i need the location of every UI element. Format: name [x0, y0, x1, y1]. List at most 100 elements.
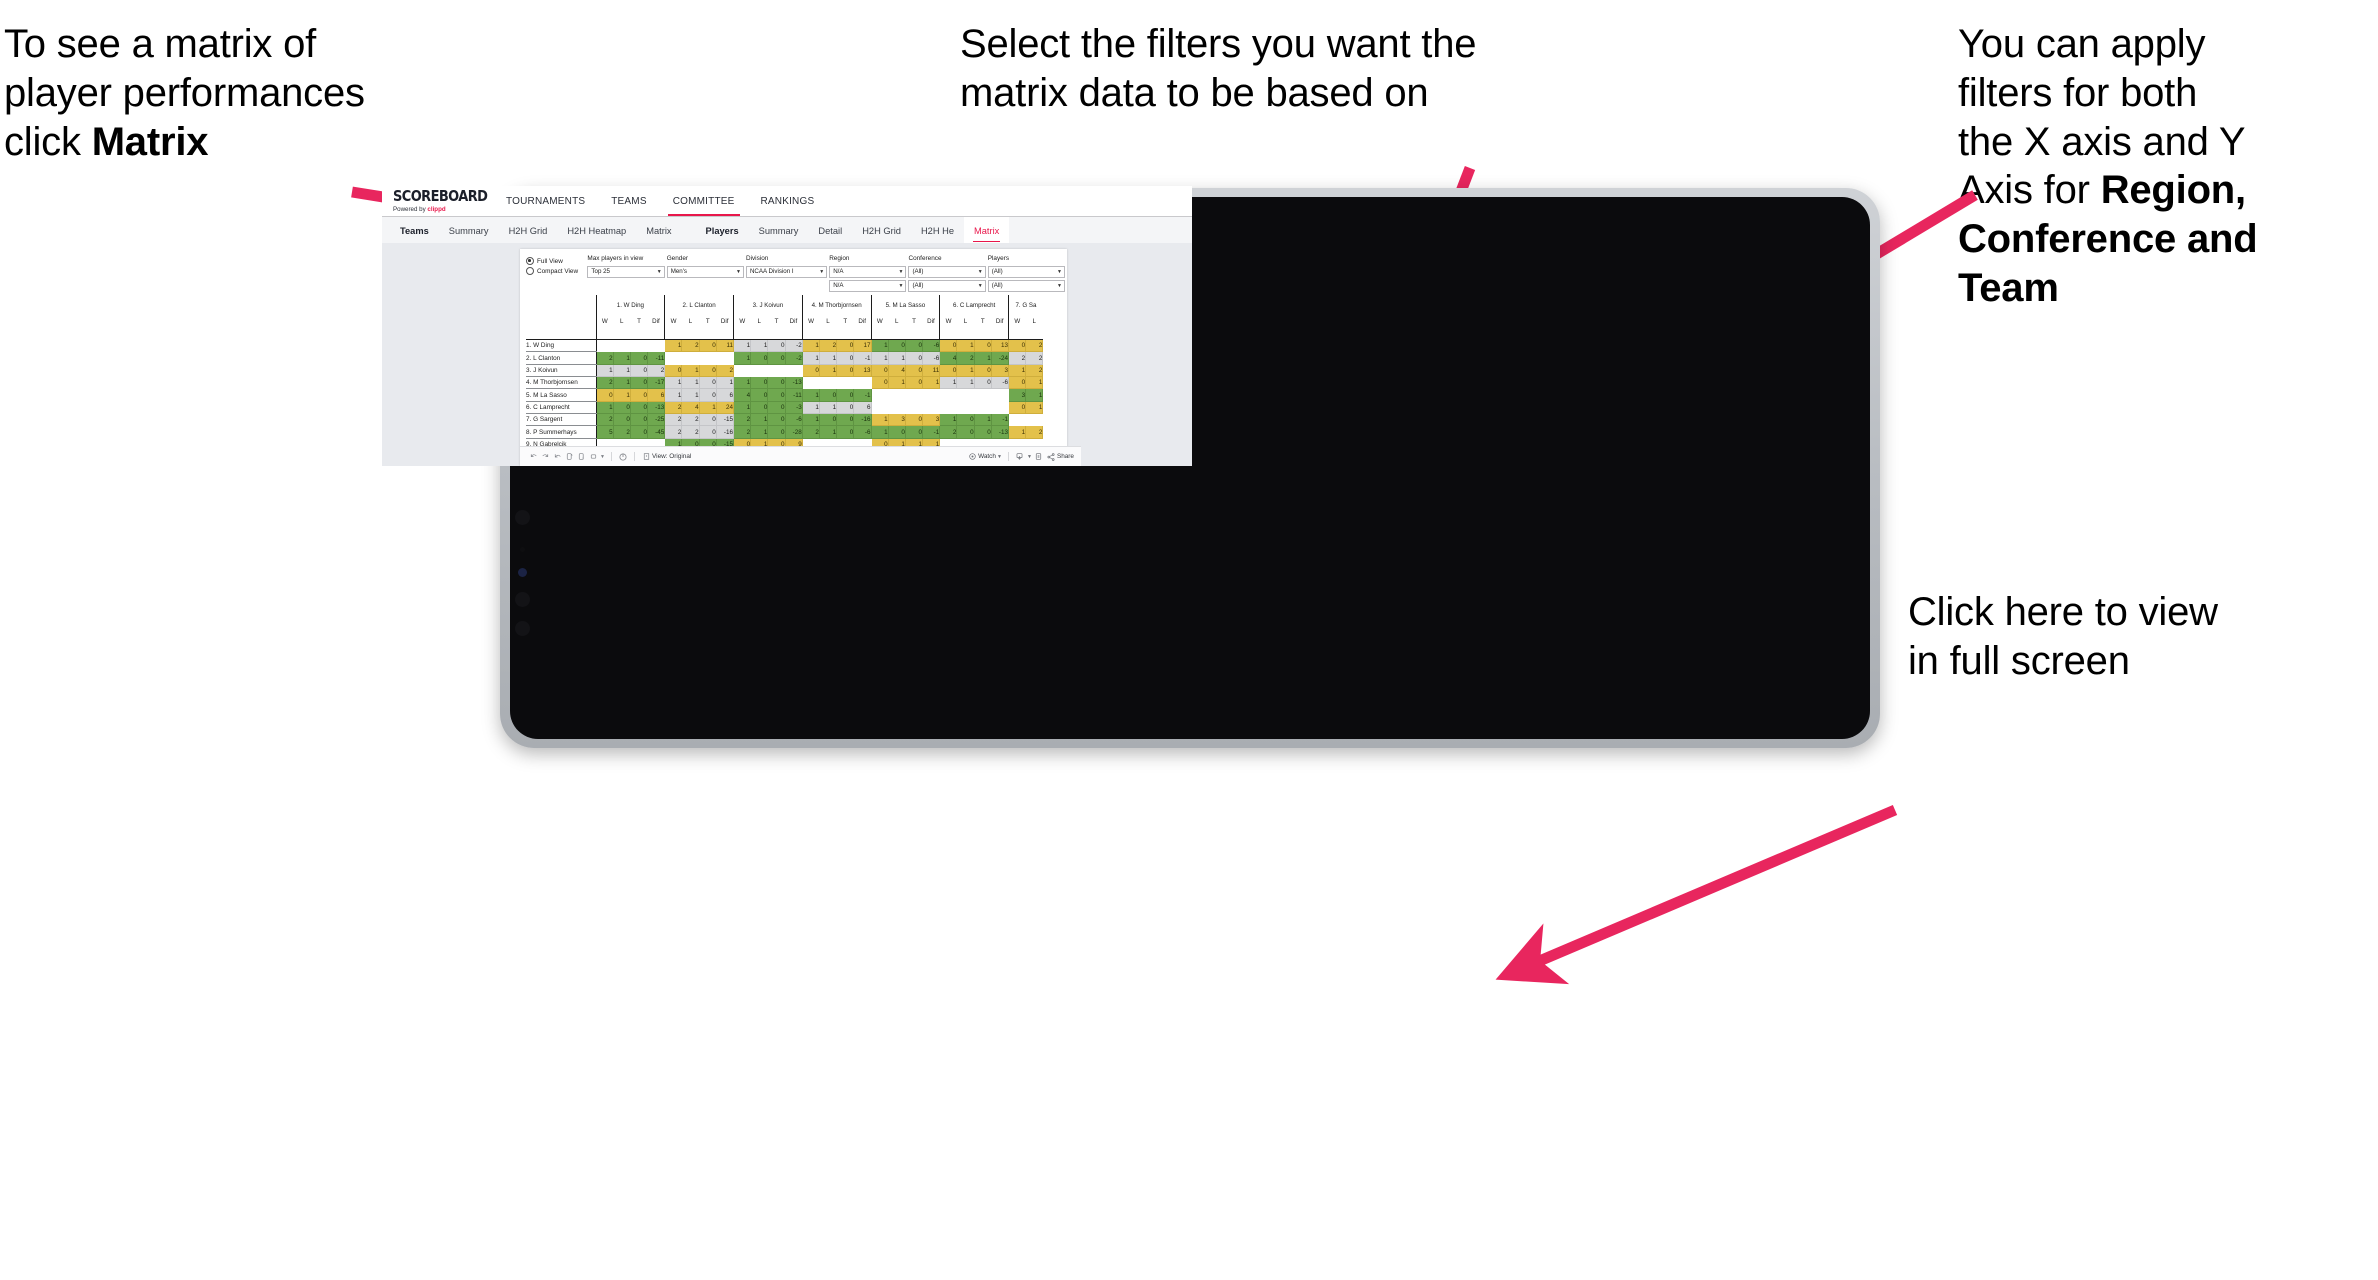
- select-value: N/A: [833, 268, 844, 275]
- tablet-microphone-icon: [520, 547, 525, 552]
- matrix-cell: [939, 401, 958, 415]
- redo-icon[interactable]: [539, 451, 551, 463]
- chevron-down-icon[interactable]: ▼: [996, 451, 1003, 463]
- annotation-line: matrix data to be based on: [960, 70, 1429, 115]
- annotation-line: in full screen: [1908, 638, 2130, 683]
- tab-players-h2h-heatmap[interactable]: H2H He: [911, 217, 964, 244]
- tab-players-detail[interactable]: Detail: [808, 217, 852, 244]
- tab-players-matrix[interactable]: Matrix: [964, 217, 1010, 244]
- matrix-stat-header: Dif: [789, 318, 798, 325]
- select-region-x[interactable]: N/A ▼: [829, 265, 907, 278]
- matrix-cell: 1: [613, 388, 631, 402]
- tablet-button-power[interactable]: [515, 510, 530, 525]
- matrix-cell: [1007, 413, 1027, 427]
- save-icon[interactable]: [563, 451, 575, 463]
- matrix-cell: [819, 376, 838, 390]
- matrix-cell: 1: [1025, 388, 1044, 402]
- matrix-cell: 1: [732, 376, 752, 390]
- select-region-y[interactable]: N/A ▼: [829, 279, 907, 292]
- matrix-cell: 2: [716, 364, 735, 378]
- chevron-down-icon: ▼: [1057, 282, 1062, 289]
- radio-compact-view[interactable]: Compact View: [526, 266, 587, 276]
- pan-icon[interactable]: [587, 451, 599, 463]
- matrix-gap-cell: [853, 327, 871, 340]
- select-conference-x[interactable]: (All) ▼: [908, 265, 986, 278]
- table-row[interactable]: 7. G Sargent 2 0 0 -25 2 2 0 -15 2 1 0 -6 1 0 0 -16 1 3 0 3 1…: [526, 413, 1044, 427]
- matrix-cell: 0: [905, 425, 924, 439]
- matrix-cell: 0: [767, 413, 786, 427]
- share-label[interactable]: Share: [1057, 453, 1074, 460]
- select-max-players[interactable]: Top 25 ▼: [587, 265, 665, 278]
- matrix-cell: 0: [870, 364, 889, 378]
- select-value: N/A: [833, 282, 844, 289]
- nav-item-committee[interactable]: COMMITTEE: [660, 186, 748, 216]
- vendor-name: clippd: [427, 205, 446, 213]
- tab-teams-matrix[interactable]: Matrix: [636, 217, 681, 244]
- watch-icon[interactable]: [966, 451, 978, 463]
- nav-item-rankings[interactable]: RANKINGS: [748, 186, 828, 216]
- matrix-stat-header: L: [620, 318, 624, 325]
- table-row[interactable]: 1. W Ding 1 2 0 11 1 1 0 -2 1 2 0 17 1 0 0 -6 0 1 0 13 0 2: [526, 339, 1044, 353]
- dashboard-sheet: Full View Compact View Max players in vi…: [520, 249, 1067, 466]
- matrix-cell: 11: [716, 339, 735, 353]
- nav-item-teams[interactable]: TEAMS: [598, 186, 659, 216]
- chevron-down-icon[interactable]: ▼: [1026, 451, 1033, 463]
- matrix-gap-cell: [647, 327, 665, 340]
- tab-players-h2h-grid[interactable]: H2H Grid: [852, 217, 911, 244]
- matrix-cell: 1: [716, 376, 735, 390]
- nav-item-tournaments[interactable]: TOURNAMENTS: [493, 186, 598, 216]
- matrix-cell: 1: [750, 413, 769, 427]
- matrix-cell: 0: [750, 351, 769, 365]
- matrix-table-container[interactable]: 1. W Ding 2. L Clanton 3. J Koivun 4. M Tho…: [526, 295, 1061, 452]
- matrix-cell: 1: [664, 376, 683, 390]
- tab-teams-h2h-heatmap[interactable]: H2H Heatmap: [557, 217, 636, 244]
- tablet-button-volume-down[interactable]: [515, 621, 530, 636]
- refresh-icon[interactable]: [617, 451, 629, 463]
- matrix-cell: 1: [956, 364, 975, 378]
- matrix-cell: 0: [905, 376, 924, 390]
- tab-teams-h2h-grid[interactable]: H2H Grid: [499, 217, 558, 244]
- radio-full-view[interactable]: Full View: [526, 256, 587, 266]
- share-icon[interactable]: [1045, 451, 1057, 463]
- table-row[interactable]: 2. L Clanton 2 1 0 -11 1 0 0 -2 1 1 0 -1 1 1 0 -6 4 2 1 -24 2…: [526, 351, 1044, 365]
- tablet-button-volume-up[interactable]: [515, 592, 530, 607]
- table-row[interactable]: 6. C Lamprecht 1 0 0 -13 2 4 1 24 1 0 0 -3 1 1 0 6 0 1: [526, 401, 1044, 415]
- table-row[interactable]: 8. P Summerhays 5 2 0 -45 2 2 0 -16 2 1 0 -28 2 1 0 -6 1 0…: [526, 425, 1044, 439]
- select-conference-y[interactable]: (All) ▼: [908, 279, 986, 292]
- revert-icon[interactable]: [551, 451, 563, 463]
- watch-label[interactable]: Watch: [978, 453, 996, 460]
- tab-players-summary[interactable]: Summary: [749, 217, 809, 244]
- matrix-cell: 0: [630, 401, 649, 415]
- select-gender[interactable]: Men's ▼: [666, 265, 744, 278]
- table-row[interactable]: 3. J Koivun 1 1 0 2 0 1 0 2 0 1 0 13 0 4 0 11 0 1 0 3 1 2: [526, 364, 1044, 378]
- chevron-down-icon[interactable]: ▼: [599, 451, 606, 463]
- matrix-gap-cell: [801, 327, 820, 340]
- matrix-cell: [664, 351, 683, 365]
- top-nav-items: TOURNAMENTS TEAMS COMMITTEE RANKINGS: [493, 186, 827, 216]
- annotation-text: click: [4, 119, 92, 164]
- view-original-label[interactable]: View: Original: [652, 453, 691, 460]
- pause-icon[interactable]: [575, 451, 587, 463]
- annotation-line: Team: [1958, 264, 2378, 313]
- select-players-x[interactable]: (All) ▼: [987, 265, 1065, 278]
- matrix-cell: 1: [801, 388, 820, 402]
- tab-teams-summary[interactable]: Summary: [439, 217, 499, 244]
- sub-tab-bar: Teams Summary H2H Grid H2H Heatmap Matri…: [382, 217, 1192, 245]
- select-value: (All): [991, 268, 1003, 275]
- table-row[interactable]: 5. M La Sasso 0 1 0 6 1 1 0 6 4 0 0 -11 1 0 0 -1 3 1: [526, 388, 1044, 402]
- brand-logo[interactable]: SCOREBOARD Powered by clippd: [382, 189, 493, 213]
- matrix-cell: 0: [630, 351, 649, 365]
- select-players-y[interactable]: (All) ▼: [987, 279, 1065, 292]
- fullscreen-icon[interactable]: [1033, 451, 1045, 463]
- matrix-cell: 2: [664, 413, 683, 427]
- matrix-row-label: 1. W Ding: [526, 339, 596, 353]
- select-division[interactable]: NCAA Division I ▼: [745, 265, 828, 278]
- table-row[interactable]: 4. M Thorbjornsen 2 1 0 -17 1 1 0 1 1 0 0 -13 0 1 0 1 1 1 0…: [526, 376, 1044, 390]
- download-icon[interactable]: [1014, 451, 1026, 463]
- undo-icon[interactable]: [527, 451, 539, 463]
- matrix-cell: -6: [853, 425, 872, 439]
- matrix-stat-header: L: [895, 318, 899, 325]
- matrix-cell: 5: [595, 425, 614, 439]
- matrix-cell: 0: [767, 401, 786, 415]
- matrix-cell: -17: [647, 376, 666, 390]
